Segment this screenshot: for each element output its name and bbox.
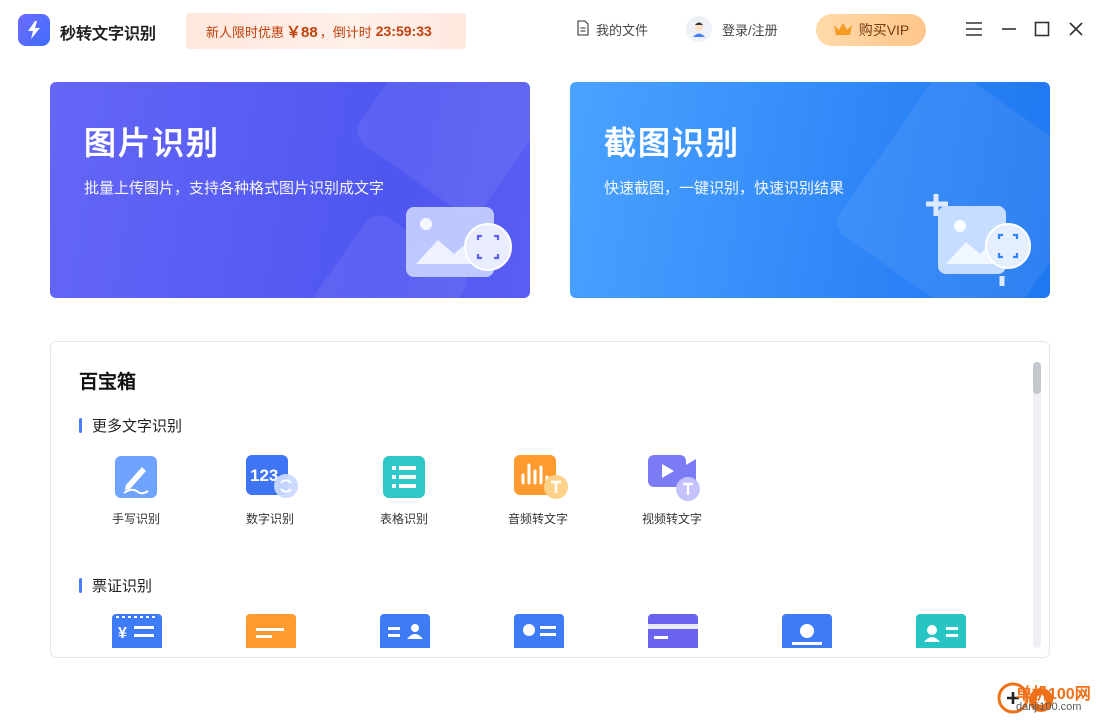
svg-text:123: 123	[250, 466, 278, 485]
tool-label: 手写识别	[111, 512, 160, 526]
tool-label: 音频转文字	[507, 512, 568, 526]
tool-handwriting[interactable]: 手写识别	[86, 453, 186, 527]
scrollbar-thumb[interactable]	[1033, 362, 1041, 394]
promo-countdown: 23:59:33	[375, 23, 432, 39]
tool-video-to-text[interactable]: 视频转文字	[622, 453, 722, 527]
card-decoration	[350, 82, 530, 222]
section-accent-bar	[79, 418, 82, 433]
tool-label: 表格识别	[379, 512, 428, 526]
tool-business-card[interactable]	[916, 614, 966, 648]
tool-certificate[interactable]	[782, 614, 832, 648]
business-card-icon	[916, 625, 966, 652]
image-illustration-icon	[406, 207, 512, 277]
my-files-button[interactable]: 我的文件	[576, 20, 648, 39]
buy-vip-button[interactable]: 购买VIP	[816, 14, 926, 46]
maximize-button[interactable]	[1031, 20, 1053, 42]
avatar-icon	[686, 16, 712, 42]
menu-button[interactable]	[963, 20, 985, 42]
app-logo-icon	[18, 14, 50, 46]
tool-invoice[interactable]: ¥	[112, 614, 162, 648]
scrollbar-track[interactable]	[1033, 362, 1041, 648]
number-icon: 123	[246, 453, 298, 501]
minimize-button[interactable]	[998, 20, 1020, 42]
tool-label: 数字识别	[245, 512, 294, 526]
handwriting-icon	[112, 453, 160, 501]
title-bar: 秒转文字识别 新人限时优惠 ￥88 ，倒计时 23:59:33 我的文件 登录/…	[0, 0, 1100, 62]
card-title: 截图识别	[604, 125, 741, 161]
buy-vip-label: 购买VIP	[858, 22, 910, 38]
id-card-icon	[380, 624, 430, 652]
tool-id-card-back[interactable]	[514, 614, 564, 648]
card-description: 批量上传图片，支持各种格式图片识别成文字	[84, 180, 385, 197]
minimize-icon	[1001, 22, 1017, 41]
tool-number[interactable]: 123 数字识别	[220, 453, 320, 527]
login-button[interactable]: 登录/注册	[686, 16, 778, 42]
close-icon	[1068, 21, 1084, 42]
tool-table[interactable]: 表格识别	[354, 453, 454, 527]
section-header-ticket-recognition: 票证识别	[79, 575, 152, 596]
tool-label: 视频转文字	[641, 512, 702, 526]
promo-price: ￥88	[286, 23, 318, 41]
promo-banner[interactable]: 新人限时优惠 ￥88 ，倒计时 23:59:33	[186, 13, 466, 49]
hamburger-icon	[965, 21, 983, 41]
section-title: 票证识别	[92, 578, 153, 595]
audio-icon	[514, 453, 568, 501]
card-description: 快速截图，一键识别，快速识别结果	[604, 180, 845, 197]
section-accent-bar	[79, 578, 82, 593]
tool-ticket[interactable]	[246, 614, 296, 648]
tool-id-card[interactable]	[380, 614, 430, 648]
toolbox-title: 百宝箱	[79, 372, 137, 393]
promo-prefix: 新人限时优惠	[206, 24, 285, 40]
invoice-icon: ¥	[112, 616, 162, 652]
table-icon	[380, 453, 428, 501]
crown-icon	[833, 21, 853, 40]
image-recognition-card[interactable]: 图片识别 批量上传图片，支持各种格式图片识别成文字	[50, 82, 530, 298]
login-label: 登录/注册	[722, 22, 778, 38]
video-icon	[648, 453, 700, 501]
toolbox-panel: 百宝箱 更多文字识别 手写识别 123 数字识别 表格识别 音频转文字 视频转文…	[50, 341, 1050, 658]
certificate-icon	[782, 624, 832, 652]
maximize-icon	[1034, 21, 1050, 42]
card-title: 图片识别	[84, 125, 221, 161]
screenshot-illustration-icon	[926, 194, 1031, 286]
promo-countdown-label: ，倒计时	[319, 24, 372, 40]
tool-bank-card[interactable]	[648, 614, 698, 648]
watermark-url: danji100.com	[1016, 701, 1082, 713]
file-icon	[576, 20, 590, 39]
app-title: 秒转文字识别	[60, 26, 157, 43]
tool-audio-to-text[interactable]: 音频转文字	[488, 453, 588, 527]
id-card-back-icon	[514, 624, 564, 652]
my-files-label: 我的文件	[596, 23, 649, 38]
section-title: 更多文字识别	[92, 418, 183, 435]
section-header-text-recognition: 更多文字识别	[79, 415, 182, 436]
svg-text:¥: ¥	[118, 625, 127, 642]
ticket-icon	[246, 628, 296, 652]
bank-card-icon	[648, 624, 698, 652]
close-button[interactable]	[1065, 20, 1087, 42]
screenshot-recognition-card[interactable]: 截图识别 快速截图，一键识别，快速识别结果	[570, 82, 1050, 298]
